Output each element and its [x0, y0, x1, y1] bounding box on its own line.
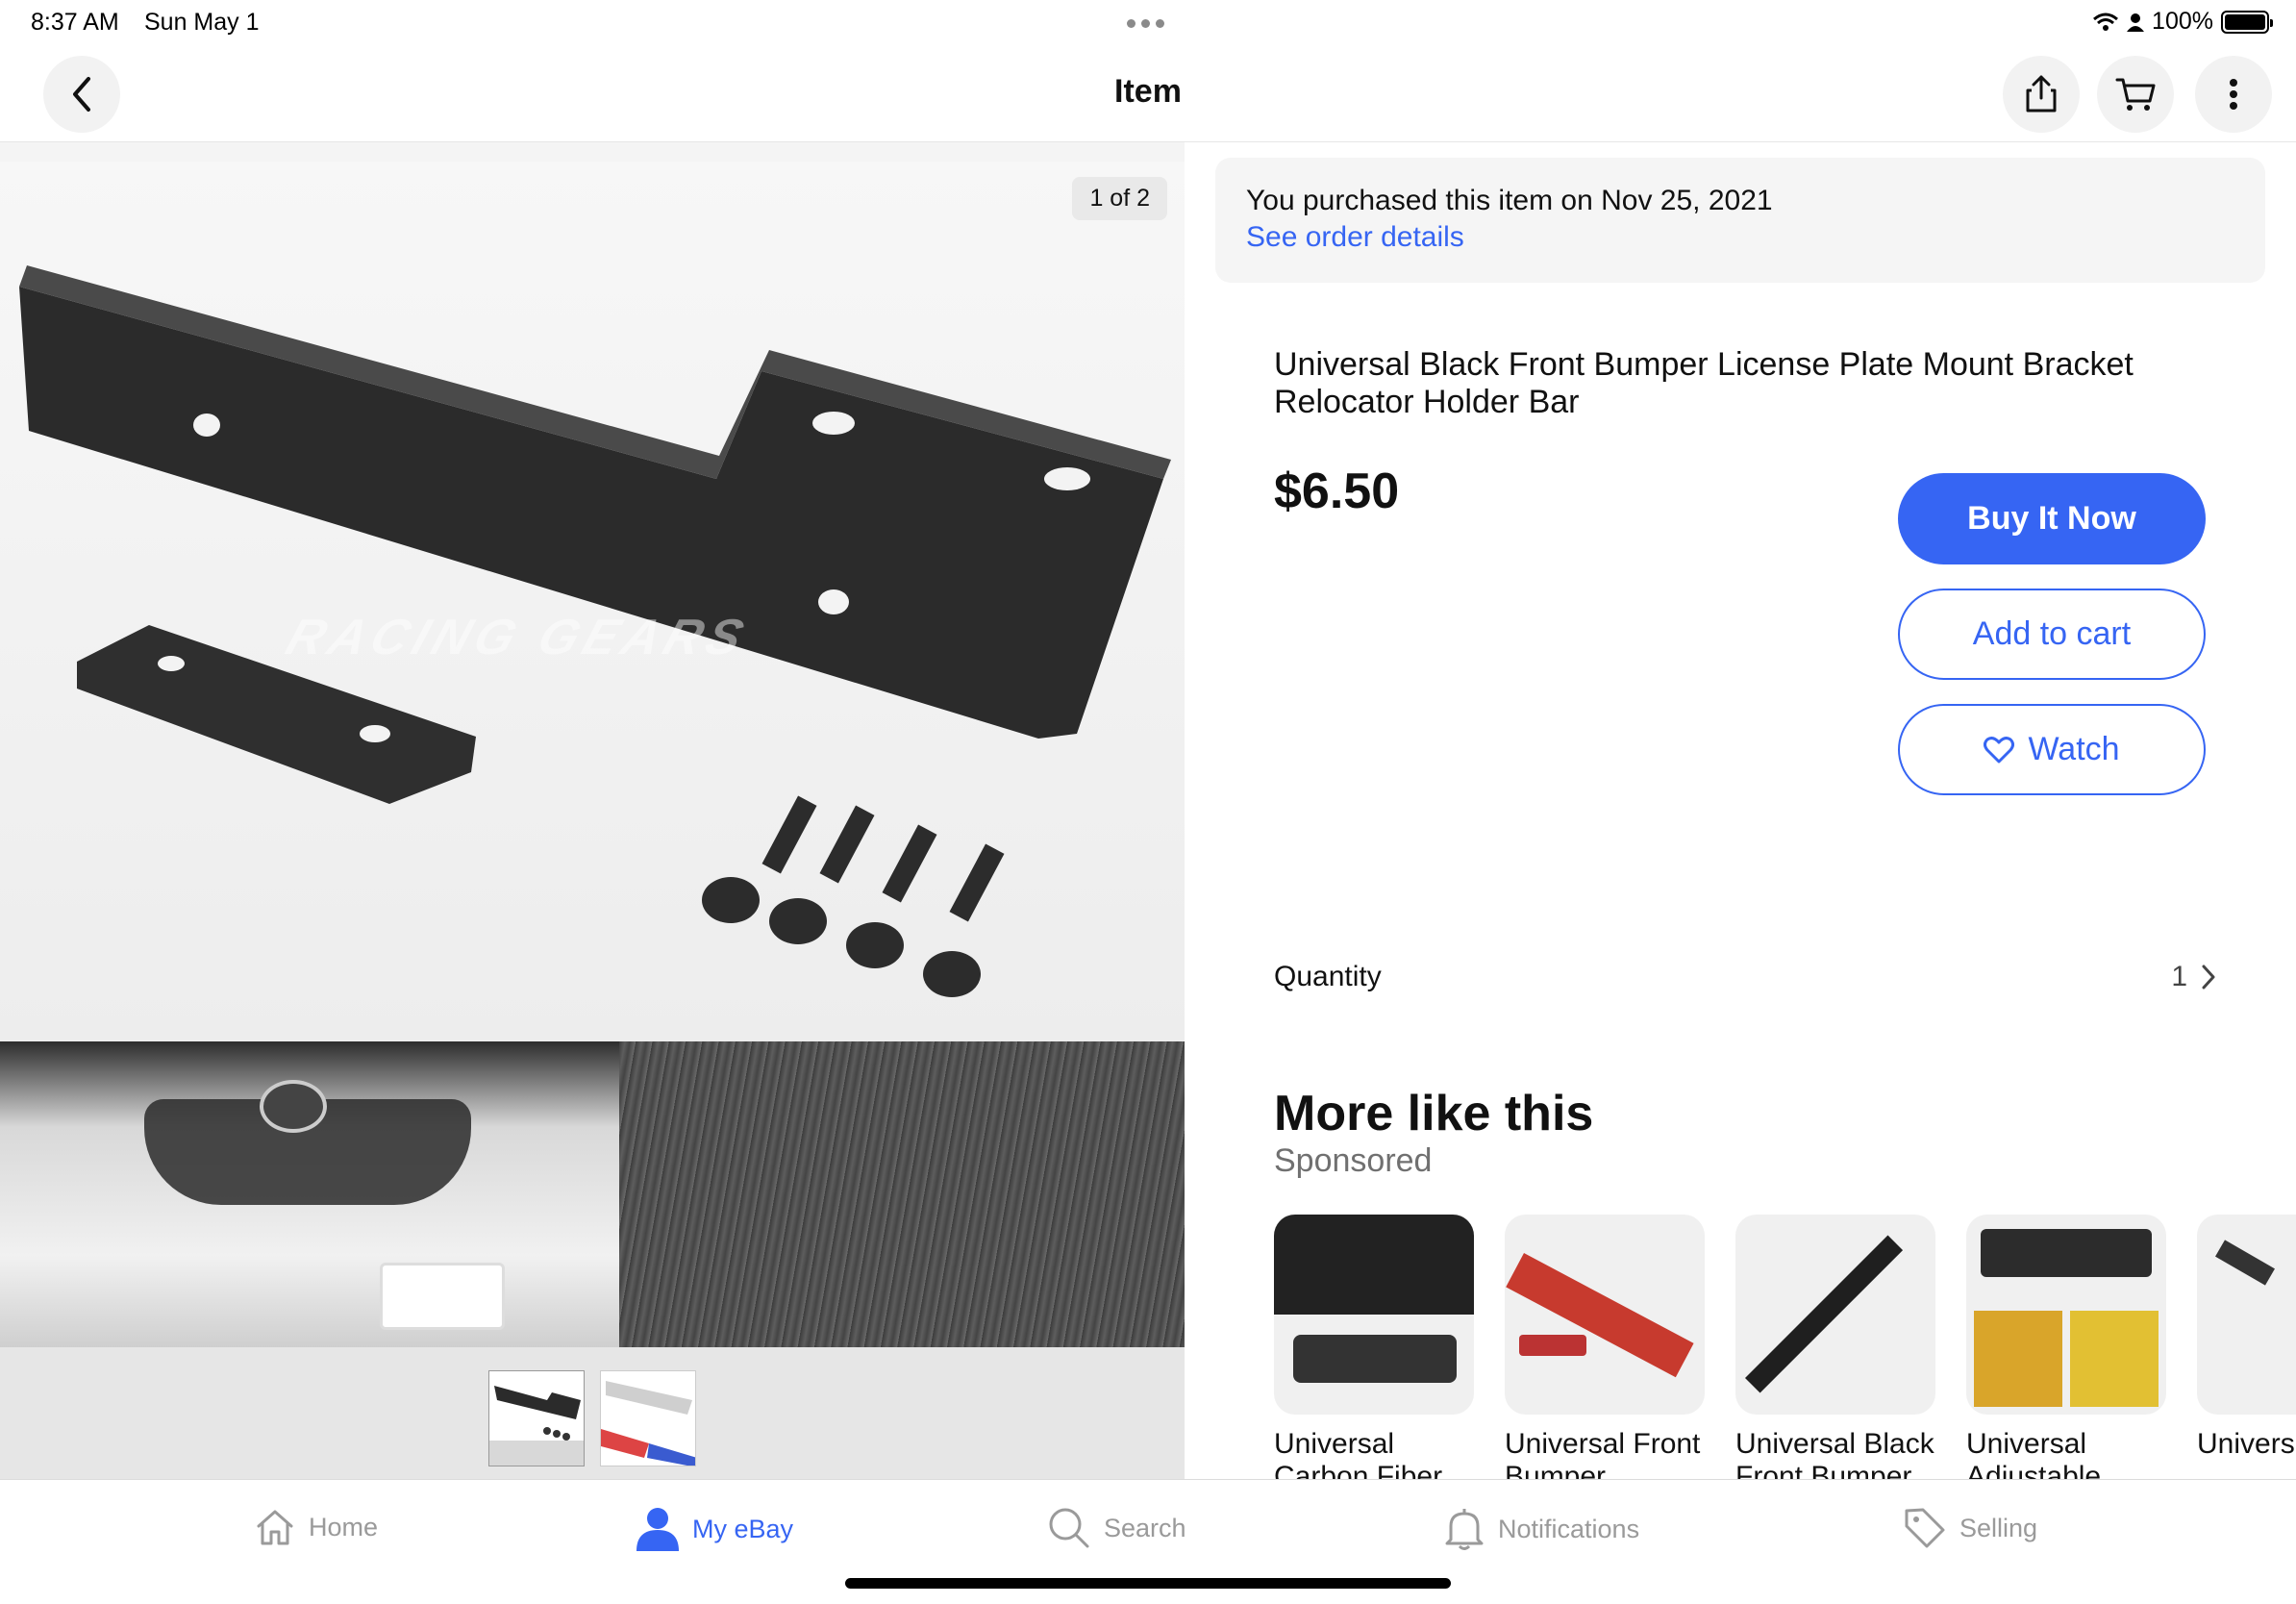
status-bar: 8:37 AM Sun May 1 100% [0, 0, 2296, 46]
cart-button[interactable] [2097, 56, 2174, 133]
tab-search-label: Search [1104, 1513, 1186, 1542]
battery-icon [2221, 10, 2273, 34]
multitasking-dots[interactable] [1127, 19, 1164, 28]
similar-item-card[interactable]: Universal Carbon Fiber [1274, 1215, 1474, 1479]
home-icon [257, 1510, 293, 1545]
similar-item-image [1274, 1215, 1474, 1415]
status-indicators: 100% [2092, 8, 2273, 36]
battery-percent: 100% [2152, 8, 2213, 35]
similar-items-carousel[interactable]: Universal Carbon Fiber Universal Front B… [1274, 1215, 2296, 1479]
home-indicator[interactable] [845, 1578, 1451, 1589]
watch-button[interactable]: Watch [1898, 704, 2206, 795]
purchase-notice: You purchased this item on Nov 25, 2021 … [1215, 158, 2265, 283]
buy-it-now-label: Buy It Now [1967, 500, 2136, 537]
tag-icon [1905, 1508, 1945, 1548]
similar-item-image [1966, 1215, 2166, 1415]
bracket-illustration [19, 265, 1171, 997]
page-title: Item [1114, 73, 1182, 110]
item-details-panel: You purchased this item on Nov 25, 2021 … [1185, 142, 2296, 1479]
tab-home[interactable]: Home [255, 1507, 378, 1547]
similar-item-title: Universal Adjustable [1966, 1428, 2102, 1479]
tab-notifications-label: Notifications [1498, 1514, 1640, 1543]
search-icon [1049, 1508, 1089, 1548]
similar-item-title: Universal Front Bumper [1505, 1428, 1701, 1479]
tab-home-label: Home [309, 1512, 379, 1541]
add-to-cart-label: Add to cart [1972, 615, 2132, 652]
image-counter: 1 of 2 [1072, 177, 1167, 220]
car-photo [0, 1041, 619, 1347]
share-button[interactable] [2003, 56, 2080, 133]
more-like-this-heading: More like this [1274, 1086, 1594, 1141]
quantity-label: Quantity [1274, 961, 1382, 992]
tab-selling-label: Selling [1959, 1513, 2038, 1542]
main-product-image[interactable]: RACING GEARS 1 of 2 [0, 162, 1185, 1041]
heart-icon [1984, 736, 2015, 763]
more-vertical-icon [2230, 79, 2237, 110]
similar-item-title: Universal Black Front Bumper [1735, 1428, 1934, 1479]
similar-item-card[interactable]: Universal Front Bumper [1505, 1215, 1705, 1479]
metal-texture-photo [619, 1041, 1185, 1347]
status-date: Sun May 1 [144, 9, 260, 36]
similar-item-image [2197, 1215, 2296, 1415]
item-price: $6.50 [1274, 464, 1400, 519]
image-gallery[interactable]: RACING GEARS 1 of 2 [0, 142, 1185, 1479]
person-icon [2127, 13, 2145, 32]
secondary-product-image[interactable] [0, 1041, 1185, 1347]
share-icon [2026, 75, 2057, 113]
image-watermark: RACING GEARS [279, 610, 756, 665]
wifi-icon [2093, 13, 2119, 31]
status-time: 8:37 AM [31, 9, 119, 36]
purchase-text: You purchased this item on Nov 25, 2021 [1246, 185, 1773, 216]
buy-it-now-button[interactable]: Buy It Now [1898, 473, 2206, 564]
similar-item-image [1735, 1215, 1935, 1415]
cart-icon [2115, 78, 2156, 111]
similar-item-card[interactable]: Universal Black Front Bumper [1735, 1215, 1935, 1479]
tab-my-ebay[interactable]: My eBay [636, 1507, 793, 1551]
quantity-selector[interactable]: 1 [2171, 961, 2216, 993]
thumbnail-2[interactable] [600, 1370, 696, 1466]
thumbnail-1[interactable] [488, 1370, 585, 1466]
thumbnail-strip [0, 1347, 1185, 1479]
quantity-value: 1 [2171, 961, 2187, 992]
bell-icon [1445, 1509, 1484, 1550]
more-options-button[interactable] [2195, 56, 2272, 133]
user-icon [636, 1508, 679, 1551]
item-title: Universal Black Front Bumper License Pla… [1274, 346, 2134, 420]
chevron-right-icon [2202, 965, 2215, 990]
tab-my-ebay-label: My eBay [692, 1514, 794, 1543]
tab-selling[interactable]: Selling [1904, 1507, 2037, 1549]
order-details-link[interactable]: See order details [1246, 221, 2234, 254]
quantity-row[interactable]: Quantity 1 [1274, 953, 2216, 1001]
similar-item-title: Universal Front [2197, 1428, 2296, 1460]
similar-item-image [1505, 1215, 1705, 1415]
watch-label: Watch [2028, 731, 2120, 767]
add-to-cart-button[interactable]: Add to cart [1898, 589, 2206, 680]
similar-item-title: Universal Carbon Fiber [1274, 1428, 1443, 1479]
top-nav-bar: Item [0, 46, 2296, 142]
tab-search[interactable]: Search [1048, 1507, 1186, 1549]
tab-notifications[interactable]: Notifications [1444, 1507, 1639, 1551]
similar-item-card[interactable]: Universal Adjustable [1966, 1215, 2166, 1479]
similar-item-card[interactable]: Universal Front [2197, 1215, 2296, 1461]
sponsored-label: Sponsored [1274, 1142, 1433, 1179]
